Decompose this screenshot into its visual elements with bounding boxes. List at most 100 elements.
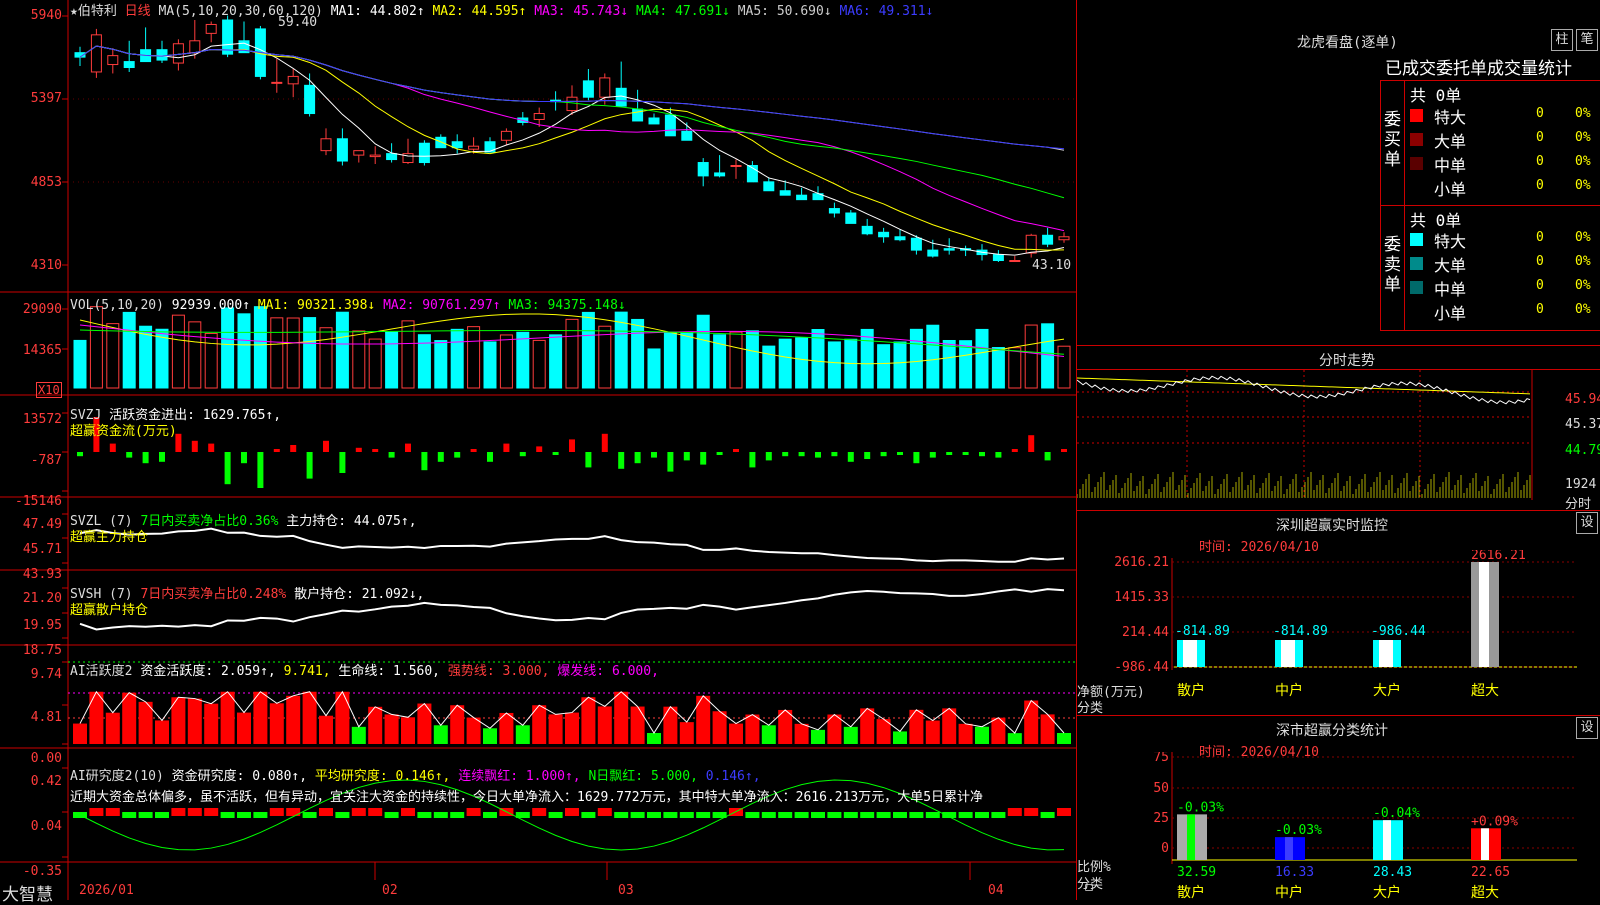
candle: [828, 208, 840, 214]
candle: [336, 138, 348, 162]
activity-bar: [401, 717, 415, 744]
svzj-axis-3: -15146: [15, 494, 62, 509]
research-bar: [237, 812, 251, 818]
ai2-avg: 平均研究度: 0.146↑,: [314, 769, 451, 784]
sz-bar-value: 2616.21: [1471, 550, 1526, 563]
sz-axis-label: 2616.21: [1114, 555, 1169, 570]
activity-bar: [433, 725, 448, 744]
tick-mode-button[interactable]: 笔: [1576, 29, 1598, 51]
activity-bar: [187, 698, 202, 744]
svzj-bar: [470, 449, 477, 452]
research-bar: [384, 812, 399, 818]
candle: [878, 231, 890, 238]
activity-bar: [548, 714, 563, 744]
fl-bar-highlight: [1187, 814, 1195, 860]
activity-bar: [581, 697, 596, 744]
fszs-title: 分时走势: [1319, 353, 1375, 369]
research-bar: [778, 812, 793, 818]
fltj-chart[interactable]: 75 50 25 0 -0.03% 32.59 散户 -0.03% 16.33 中户 -0.04% 2…: [1077, 752, 1600, 902]
activity-bar: [237, 712, 251, 744]
volume-bar: [926, 324, 940, 389]
activity-bar: [794, 723, 809, 744]
volume-bar: [450, 328, 464, 389]
activity-bar: [811, 729, 825, 744]
szcy-settings-button[interactable]: 设: [1576, 512, 1598, 534]
volume-bar: [483, 341, 497, 389]
svzj-bar: [847, 452, 854, 462]
ai1-value2: 9.741,: [283, 664, 331, 679]
volume-bar: [991, 347, 1005, 389]
svzj-bar: [765, 452, 772, 461]
volume-bar: [286, 317, 300, 389]
research-bar: [204, 808, 219, 816]
svzj-bar: [159, 452, 165, 462]
activity-bar: [515, 725, 530, 744]
research-bar: [745, 812, 760, 818]
research-bar: [827, 812, 842, 818]
candle: [1042, 234, 1054, 245]
volume-bar: [73, 339, 87, 389]
svzl-axis-3: 43.93: [22, 567, 62, 582]
svzl-ratio: 7日内买卖净占比0.36%: [140, 514, 279, 529]
activity-bar: [975, 726, 989, 744]
activity-bar: [1057, 733, 1071, 744]
volume-bar: [368, 338, 382, 389]
candle: [287, 75, 299, 85]
svzj-bar: [634, 452, 641, 464]
svzj-bar: [831, 452, 838, 457]
ai1-lifeline: 生命线: 1.560,: [338, 664, 441, 679]
period-label[interactable]: 日线: [125, 4, 151, 19]
volume-bar: [942, 339, 956, 389]
research-bar: [368, 808, 383, 816]
research-bar: [925, 812, 940, 818]
ai2-title: AI研究度2(10): [70, 769, 164, 784]
ai2-axis-1: 0.42: [30, 774, 62, 789]
svzj-bar: [1011, 449, 1018, 452]
bar-mode-button[interactable]: 柱: [1551, 29, 1573, 51]
ai1-burst: 爆发线: 6.000,: [557, 664, 659, 679]
sz-category: 大户: [1373, 682, 1401, 699]
sell-row-percent: 0%: [1575, 302, 1591, 317]
volume-bar: [795, 337, 809, 389]
svsh-hold: 散户持仓: 21.092↓,: [294, 587, 425, 602]
candle: [599, 77, 611, 98]
intraday-chart[interactable]: [1077, 370, 1547, 510]
activity-bar: [286, 695, 301, 744]
volume-bar: [729, 331, 743, 389]
szcy-chart[interactable]: 2616.21 1415.33 214.44 -986.44 -814.89 散户 -814…: [1077, 550, 1600, 730]
research-bar: [220, 812, 235, 818]
ma4-value: MA4: 47.691↓: [635, 4, 730, 19]
ma1-line: [79, 42, 1065, 256]
svzj-bar: [519, 452, 526, 457]
research-bar: [991, 812, 1006, 818]
fl-bar-highlight: [1285, 837, 1293, 860]
activity-bar: [138, 701, 153, 744]
fl-percent: 28.43: [1373, 865, 1412, 880]
svsh-subtitle: 超赢散户持仓: [70, 603, 149, 618]
fs-axis-3: 44.79: [1565, 443, 1600, 458]
ma2-value: MA2: 44.595↑: [432, 4, 527, 19]
candle: [386, 153, 398, 161]
svzj-axis-1: 13572: [22, 412, 62, 427]
buy-row-swatch: [1410, 133, 1423, 146]
research-bar: [1057, 808, 1071, 816]
vol-title: VOL(5,10,20): [70, 298, 164, 313]
svzj-bar: [552, 452, 559, 455]
candle: [205, 23, 217, 34]
svzj-bar: [815, 452, 821, 458]
candle: [222, 19, 234, 55]
volume-bar: [335, 311, 349, 389]
sz-category: 散户: [1177, 682, 1205, 699]
activity-bar: [269, 703, 284, 744]
research-bar: [253, 812, 268, 818]
buy-row-swatch: [1410, 157, 1423, 170]
fltj-settings-button[interactable]: 设: [1576, 717, 1598, 739]
main-chart-area[interactable]: ★伯特利 日线 MA(5,10,20,30,60,120) MA1: 44.80…: [0, 0, 1093, 905]
activity-bar: [565, 712, 579, 744]
candle: [681, 130, 693, 141]
svzj-bar: [946, 452, 953, 455]
research-bar: [466, 808, 481, 816]
research-bar: [187, 808, 202, 816]
research-bar: [269, 808, 284, 816]
activity-bar: [89, 691, 104, 744]
